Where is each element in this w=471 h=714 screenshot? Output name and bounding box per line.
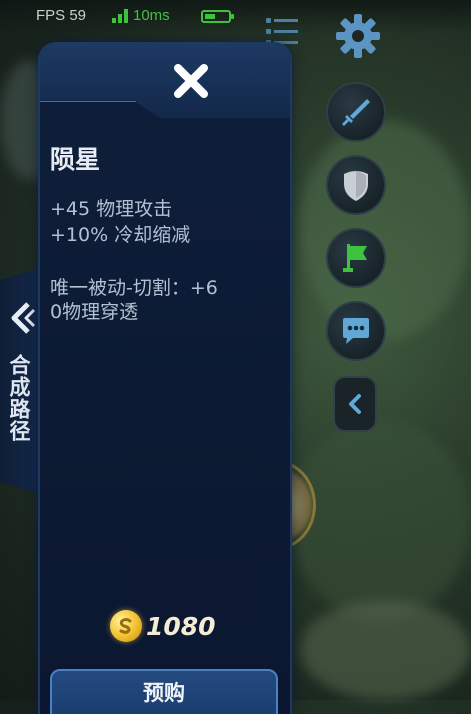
- close-button[interactable]: [166, 56, 216, 106]
- close-icon: [174, 64, 208, 98]
- collapse-button[interactable]: [333, 376, 377, 432]
- item-passive-line: 0物理穿透: [50, 301, 139, 323]
- defense-button[interactable]: [326, 155, 386, 215]
- battery-icon: [201, 10, 234, 23]
- signal-flag-button[interactable]: [326, 228, 386, 288]
- item-detail-panel: 陨星 +45 物理攻击 +10% 冷却缩减 唯一被动-切割：+6 0物理穿透 1…: [40, 44, 290, 714]
- item-passive-line: 唯一被动-切割：+6: [50, 277, 218, 299]
- shield-icon: [344, 171, 368, 201]
- chat-bubble-icon: [343, 318, 369, 344]
- item-price-value: 1080: [146, 611, 216, 641]
- item-stat-cooldown: +10% 冷却缩减: [50, 224, 191, 246]
- settings-gear-icon[interactable]: [332, 10, 384, 62]
- status-bar: FPS 59 10ms: [0, 0, 471, 34]
- attack-button[interactable]: [326, 82, 386, 142]
- gold-coin-icon: [110, 610, 142, 642]
- item-name: 陨星: [50, 145, 101, 174]
- item-stat-attack: +45 物理攻击: [50, 198, 173, 220]
- synthesis-path-tab[interactable]: 合成路径: [0, 268, 40, 494]
- fps-readout: FPS 59: [36, 7, 87, 24]
- item-passive: 唯一被动-切割：+6 0物理穿透: [50, 276, 280, 324]
- flag-icon: [343, 244, 367, 272]
- chat-button[interactable]: [326, 301, 386, 361]
- panel-header: [40, 44, 290, 118]
- preorder-button[interactable]: 预购: [50, 669, 278, 714]
- item-price: 1080: [110, 610, 216, 642]
- ping-readout: 10ms: [133, 7, 170, 24]
- synthesis-path-label: 合成路径: [7, 354, 31, 442]
- collapse-arrow-icon: [349, 394, 361, 414]
- signal-icon: [112, 9, 128, 23]
- chevron-left-icon: [11, 302, 36, 334]
- sword-icon: [342, 99, 370, 126]
